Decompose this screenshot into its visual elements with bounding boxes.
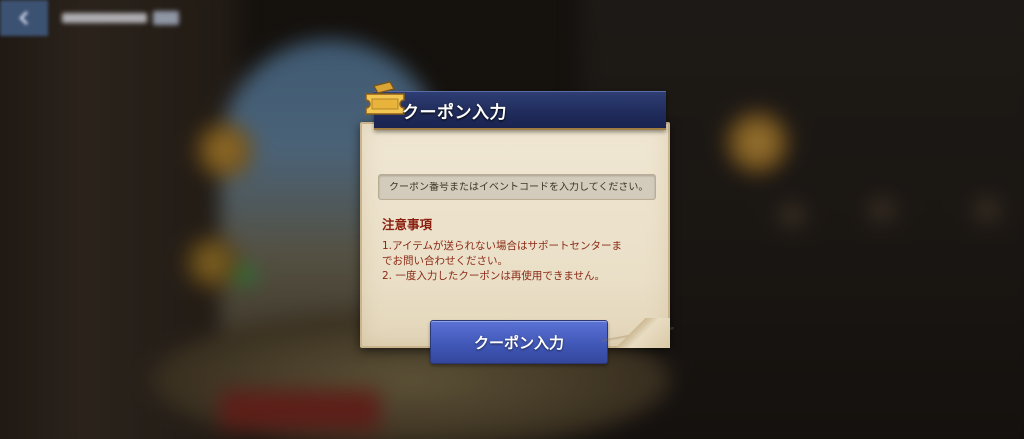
coupon-input[interactable] (389, 181, 645, 193)
coupon-submit-button[interactable]: クーポン入力 (430, 320, 608, 364)
dialog-title: クーポン入力 (402, 103, 507, 123)
notes-line: 1.アイテムが送られない場合はサポートセンターま (382, 240, 622, 252)
notes-title: 注意事項 (382, 217, 433, 232)
coupon-input-field[interactable] (378, 174, 656, 200)
back-button[interactable] (0, 0, 48, 36)
screen-title-blurred (62, 9, 187, 27)
notes-section: 注意事項 1.アイテムが送られない場合はサポートセンターま でお問い合わせくださ… (382, 214, 660, 284)
dialog-paper: 注意事項 1.アイテムが送られない場合はサポートセンターま でお問い合わせくださ… (360, 122, 674, 364)
coupon-dialog: 注意事項 1.アイテムが送られない場合はサポートセンターま でお問い合わせくださ… (356, 81, 674, 364)
dialog-header: クーポン入力 (365, 81, 666, 130)
notes-line: 2. 一度入力したクーポンは再使用できません。 (382, 270, 606, 282)
paper-curl (600, 318, 670, 348)
notes-line: でお問い合わせください。 (382, 255, 508, 267)
back-arrow-icon (19, 11, 28, 25)
